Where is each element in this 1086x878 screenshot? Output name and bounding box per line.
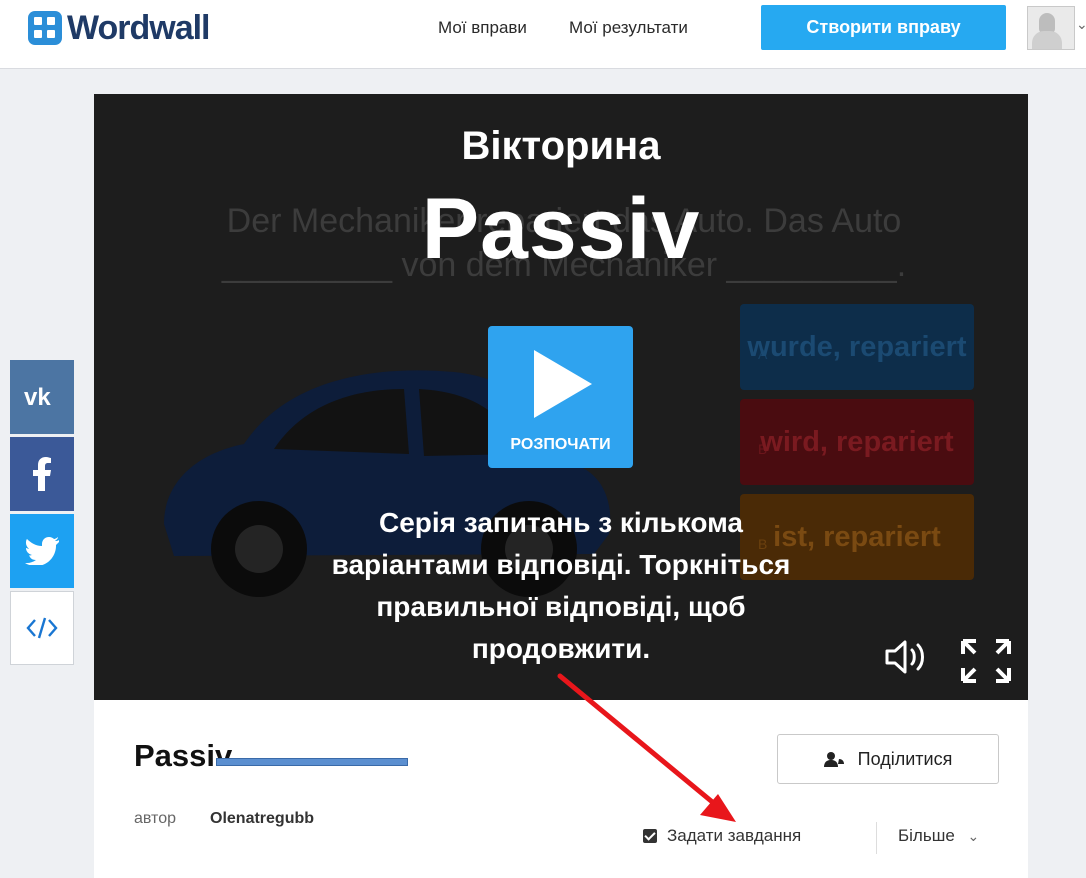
assign-label: Задати завдання [667, 826, 802, 845]
code-icon [26, 617, 58, 639]
avatar-body-icon [1032, 31, 1062, 49]
game-preview[interactable]: Der Mechaniker repariert das Auto. Das A… [94, 94, 1028, 700]
activity-info: Passiv автор Olenatregubb Поділитися Зад… [94, 700, 1028, 878]
users-icon [823, 752, 844, 767]
start-label: РОЗПОЧАТИ [510, 436, 611, 453]
sound-icon[interactable] [884, 639, 932, 675]
share-facebook-button[interactable] [10, 437, 74, 511]
top-header: Wordwall Мої вправи Мої результати Створ… [0, 0, 1086, 69]
checkbox-icon [643, 829, 657, 843]
chevron-down-icon: ⌄ [967, 828, 980, 844]
avatar[interactable] [1027, 6, 1075, 50]
activity-title: Passiv [134, 738, 233, 773]
share-vk-button[interactable]: vk [10, 360, 74, 434]
share-label: Поділитися [857, 748, 953, 769]
facebook-icon [33, 457, 51, 491]
nav-my-results[interactable]: Мої результати [569, 18, 688, 38]
set-assignment-button[interactable]: Задати завдання [643, 826, 801, 846]
share-button[interactable]: Поділитися [777, 734, 999, 784]
author-link[interactable]: Olenatregubb [210, 810, 314, 828]
svg-text:vk: vk [24, 386, 51, 408]
embed-button[interactable] [10, 591, 74, 665]
fullscreen-icon[interactable] [960, 638, 1012, 684]
play-icon [534, 350, 592, 418]
twitter-icon [25, 537, 59, 565]
more-label: Більше [898, 826, 955, 845]
strike-through-mark [216, 758, 408, 766]
create-activity-button[interactable]: Створити вправу [761, 5, 1006, 50]
answer-option: Б wird, repariert [740, 399, 974, 485]
avatar-head-icon [1039, 13, 1055, 33]
answer-option: A wurde, repariert [740, 304, 974, 390]
logo-text: Wordwall [67, 8, 210, 47]
nav-my-activities[interactable]: Мої вправи [438, 18, 527, 38]
more-dropdown[interactable]: Більше ⌄ [898, 826, 979, 846]
logo-icon [28, 11, 62, 45]
divider [876, 822, 877, 854]
start-button[interactable]: РОЗПОЧАТИ [488, 326, 633, 468]
share-twitter-button[interactable] [10, 514, 74, 588]
game-title: Passiv [421, 181, 701, 277]
wordwall-logo[interactable]: Wordwall [28, 8, 210, 47]
chevron-down-icon[interactable]: ⌄ [1076, 16, 1086, 33]
author-label: автор [134, 810, 176, 827]
game-description: Серія запитань з кількома варіантами від… [331, 507, 791, 664]
vk-icon: vk [24, 386, 51, 408]
activity-type: Вікторина [461, 124, 661, 168]
